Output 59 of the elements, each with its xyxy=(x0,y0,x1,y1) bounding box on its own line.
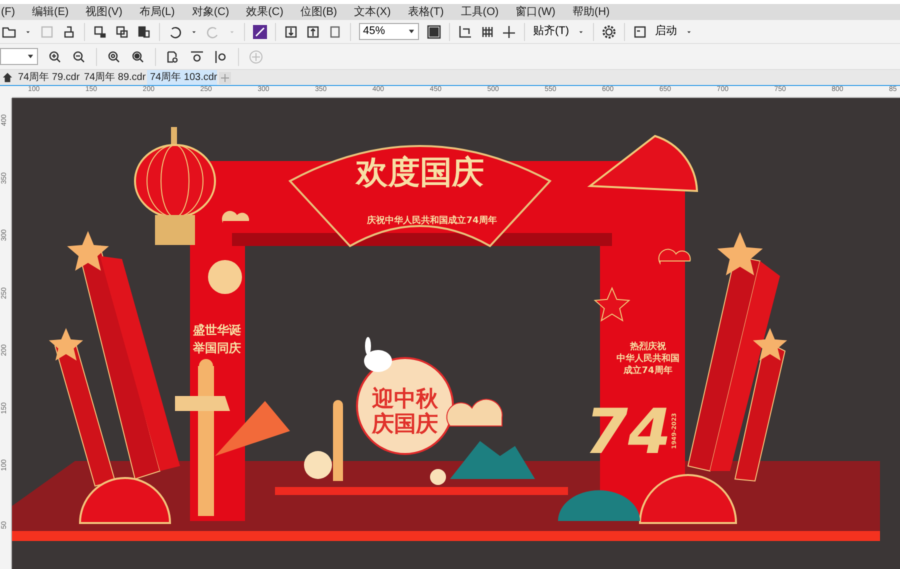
caret-icon[interactable] xyxy=(27,53,34,60)
import-icon[interactable] xyxy=(93,24,107,38)
zoom-out-icon[interactable] xyxy=(72,50,86,64)
right-slogan: 热烈庆祝 xyxy=(630,342,666,352)
guideline-icon[interactable] xyxy=(502,24,516,38)
ball-icon xyxy=(304,451,332,479)
menu-item[interactable]: 文本(X) xyxy=(354,4,391,20)
menu-item[interactable]: 效果(C) xyxy=(246,4,284,20)
zoom-page-icon[interactable] xyxy=(166,50,180,64)
ball-icon xyxy=(430,469,446,485)
menu-item[interactable]: 工具(O) xyxy=(460,4,499,20)
page-frame-icon[interactable] xyxy=(458,24,472,38)
moon-icon xyxy=(208,260,242,294)
pdf-icon[interactable] xyxy=(328,24,342,38)
right-slogan: 中华人民共和国 xyxy=(616,354,680,364)
window-icon[interactable] xyxy=(633,24,648,38)
zoom-selection-icon[interactable] xyxy=(107,50,121,64)
caret-icon[interactable] xyxy=(408,28,415,35)
grid-icon[interactable] xyxy=(480,24,494,38)
cloud-icon xyxy=(446,398,503,426)
home-icon[interactable] xyxy=(2,72,13,83)
menu-item[interactable]: 窗口(W) xyxy=(516,4,556,20)
zoom-in-icon[interactable] xyxy=(48,50,62,64)
menu-item[interactable]: 位图(B) xyxy=(300,4,338,20)
menu-item[interactable]: (F) xyxy=(1,4,16,20)
zoom-height-icon[interactable] xyxy=(214,50,228,64)
paste-icon[interactable] xyxy=(137,24,151,38)
print-icon[interactable] xyxy=(62,24,76,38)
moon-slogan: 迎中秋 xyxy=(372,387,438,412)
settings-icon[interactable] xyxy=(602,24,616,38)
font-size-field[interactable] xyxy=(0,48,38,65)
export-icon[interactable] xyxy=(306,24,320,38)
undo-icon[interactable] xyxy=(168,24,182,38)
launch-menu[interactable]: 启动 xyxy=(655,23,678,40)
full-screen-icon[interactable] xyxy=(427,24,441,38)
left-slogan: 举国同庆 xyxy=(193,341,241,355)
flower-icon xyxy=(594,286,630,322)
menu-item[interactable]: 对象(C) xyxy=(192,4,230,20)
folder-icon[interactable] xyxy=(2,24,16,38)
snap-menu[interactable]: 贴齐(T) xyxy=(533,23,570,40)
launcher-icon[interactable] xyxy=(253,24,267,38)
zoom-all-icon[interactable] xyxy=(131,50,145,64)
cloud-icon xyxy=(222,210,250,223)
moon-slogan: 庆国庆 xyxy=(372,412,438,437)
banner-subtitle: 庆祝中华人民共和国成立74周年 xyxy=(367,216,497,226)
zoom-width-icon[interactable] xyxy=(190,50,204,64)
document-tab[interactable]: 74周年 103.cdr xyxy=(147,70,217,85)
left-slogan: 盛世华诞 xyxy=(193,323,241,337)
rabbit-icon xyxy=(364,337,392,372)
menu-item[interactable]: 视图(V) xyxy=(86,4,122,20)
menu-item[interactable]: 表格(T) xyxy=(408,4,444,20)
menu-item[interactable]: 编辑(E) xyxy=(32,4,69,20)
menu-item[interactable]: 布局(L) xyxy=(139,4,175,20)
import-icon[interactable] xyxy=(284,24,298,38)
banner-title: 欢度国庆 xyxy=(356,153,484,191)
right-slogan: 成立74周年 xyxy=(624,366,672,376)
zoom-level-field[interactable]: 45% xyxy=(359,23,419,40)
menu-item[interactable]: 帮助(H) xyxy=(572,4,610,20)
copy-icon[interactable] xyxy=(115,24,129,38)
